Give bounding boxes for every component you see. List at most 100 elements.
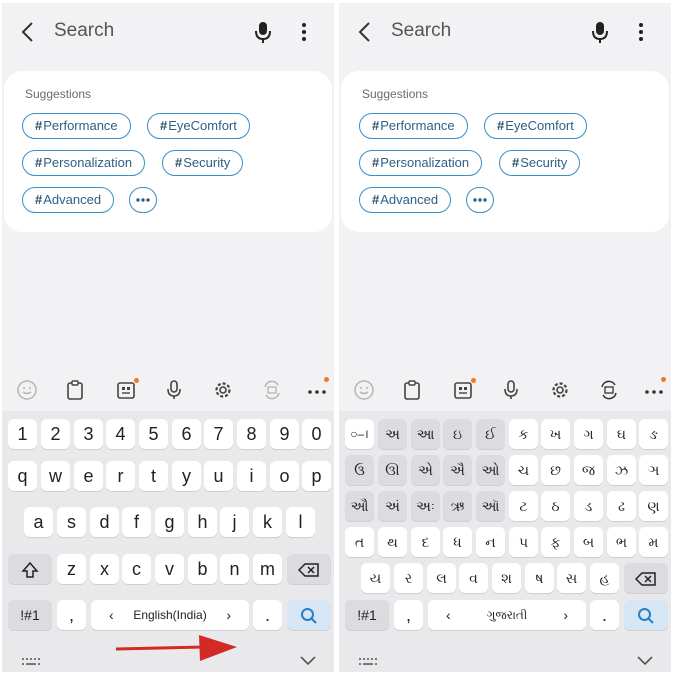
key[interactable]: ઘ bbox=[607, 419, 636, 449]
key[interactable]: વ bbox=[459, 563, 488, 593]
backspace-key[interactable] bbox=[624, 563, 668, 593]
key[interactable]: ઇ bbox=[443, 419, 472, 449]
key[interactable]: ઞ bbox=[639, 455, 668, 485]
key[interactable]: ડ bbox=[574, 491, 603, 521]
key[interactable]: i bbox=[237, 461, 266, 491]
key[interactable]: n bbox=[220, 554, 249, 584]
settings-icon[interactable] bbox=[548, 378, 572, 402]
key[interactable]: ખ bbox=[541, 419, 570, 449]
key[interactable]: o bbox=[270, 461, 299, 491]
key[interactable]: 3 bbox=[74, 419, 103, 449]
key[interactable]: અં bbox=[378, 491, 407, 521]
key[interactable]: ત bbox=[345, 527, 374, 557]
key[interactable]: 8 bbox=[237, 419, 266, 449]
key[interactable]: જ bbox=[574, 455, 603, 485]
key[interactable]: ચ bbox=[509, 455, 538, 485]
key[interactable]: ભ bbox=[607, 527, 636, 557]
mic-icon[interactable] bbox=[252, 19, 274, 45]
chip-eyecomfort[interactable]: #EyeComfort bbox=[147, 113, 250, 139]
key[interactable]: ઋ bbox=[443, 491, 472, 521]
key[interactable]: ફ bbox=[541, 527, 570, 557]
voice-input-icon[interactable] bbox=[499, 378, 523, 402]
key[interactable]: r bbox=[106, 461, 135, 491]
key[interactable]: v bbox=[155, 554, 184, 584]
key[interactable]: ઠ bbox=[541, 491, 570, 521]
key[interactable]: 6 bbox=[172, 419, 201, 449]
key[interactable]: ○–। bbox=[345, 419, 374, 449]
space-key[interactable]: ‹ ગુજરાતી › bbox=[428, 600, 586, 630]
keyboard-handle-icon[interactable] bbox=[22, 658, 40, 668]
key[interactable]: a bbox=[24, 507, 53, 537]
key[interactable]: 1 bbox=[8, 419, 37, 449]
chip-performance[interactable]: #Performance bbox=[359, 113, 468, 139]
chip-personalization[interactable]: #Personalization bbox=[22, 150, 146, 176]
key[interactable]: ઢ bbox=[607, 491, 636, 521]
more-vert-icon[interactable] bbox=[635, 19, 647, 45]
emoji-icon[interactable] bbox=[352, 378, 376, 402]
chip-advanced[interactable]: #Advanced bbox=[359, 187, 452, 213]
key[interactable]: ય bbox=[361, 563, 390, 593]
more-vert-icon[interactable] bbox=[298, 19, 310, 45]
voice-input-icon[interactable] bbox=[162, 378, 186, 402]
key[interactable]: ઐ bbox=[443, 455, 472, 485]
emoji-icon[interactable] bbox=[15, 378, 39, 402]
key[interactable]: c bbox=[122, 554, 151, 584]
key[interactable]: z bbox=[57, 554, 86, 584]
key[interactable]: હ bbox=[590, 563, 619, 593]
key[interactable]: t bbox=[139, 461, 168, 491]
search-key[interactable] bbox=[624, 600, 668, 630]
key[interactable]: ઈ bbox=[476, 419, 505, 449]
key[interactable]: ઑ bbox=[476, 491, 505, 521]
clipboard-icon[interactable] bbox=[400, 378, 424, 402]
key[interactable]: ઓ bbox=[476, 455, 505, 485]
chip-security[interactable]: #Security bbox=[499, 150, 581, 176]
translate-icon[interactable] bbox=[260, 378, 284, 402]
chip-advanced[interactable]: #Advanced bbox=[22, 187, 115, 213]
shift-key[interactable] bbox=[8, 554, 52, 584]
key[interactable]: થ bbox=[378, 527, 407, 557]
period-key[interactable]: . bbox=[253, 600, 282, 630]
chip-security[interactable]: #Security bbox=[162, 150, 244, 176]
key[interactable]: મ bbox=[639, 527, 668, 557]
key[interactable]: લ bbox=[427, 563, 456, 593]
settings-icon[interactable] bbox=[211, 378, 235, 402]
more-chips-button[interactable] bbox=[129, 187, 157, 213]
key[interactable]: ક bbox=[509, 419, 538, 449]
key[interactable]: ષ bbox=[525, 563, 554, 593]
key[interactable]: k bbox=[253, 507, 282, 537]
key[interactable]: q bbox=[8, 461, 37, 491]
key[interactable]: s bbox=[57, 507, 86, 537]
key[interactable]: છ bbox=[541, 455, 570, 485]
symbols-key[interactable]: !#1 bbox=[8, 600, 52, 630]
key[interactable]: ઔ bbox=[345, 491, 374, 521]
key[interactable]: બ bbox=[574, 527, 603, 557]
period-key[interactable]: . bbox=[590, 600, 619, 630]
key[interactable]: 7 bbox=[204, 419, 233, 449]
key[interactable]: 9 bbox=[270, 419, 299, 449]
chevron-down-icon[interactable] bbox=[637, 656, 653, 666]
key[interactable]: ધ bbox=[443, 527, 472, 557]
key[interactable]: h bbox=[188, 507, 217, 537]
key[interactable]: p bbox=[302, 461, 331, 491]
key[interactable]: ગ bbox=[574, 419, 603, 449]
key[interactable]: ઙ bbox=[639, 419, 668, 449]
search-title[interactable]: Search bbox=[391, 20, 451, 42]
key[interactable]: એ bbox=[411, 455, 440, 485]
key[interactable]: m bbox=[253, 554, 282, 584]
translate-icon[interactable] bbox=[597, 378, 621, 402]
key[interactable]: ઉ bbox=[345, 455, 374, 485]
key[interactable]: દ bbox=[411, 527, 440, 557]
search-title[interactable]: Search bbox=[54, 20, 114, 42]
key[interactable]: અઃ bbox=[411, 491, 440, 521]
symbols-key[interactable]: !#1 bbox=[345, 600, 389, 630]
back-arrow-icon[interactable] bbox=[16, 20, 40, 44]
more-chips-button[interactable] bbox=[466, 187, 494, 213]
key[interactable]: ઝ bbox=[607, 455, 636, 485]
space-key[interactable]: ‹ English(India) › bbox=[91, 600, 249, 630]
keyboard-handle-icon[interactable] bbox=[359, 658, 377, 668]
comma-key[interactable]: , bbox=[394, 600, 423, 630]
key[interactable]: ણ bbox=[639, 491, 668, 521]
key[interactable]: ન bbox=[476, 527, 505, 557]
key[interactable]: ટ bbox=[509, 491, 538, 521]
key[interactable]: 2 bbox=[41, 419, 70, 449]
